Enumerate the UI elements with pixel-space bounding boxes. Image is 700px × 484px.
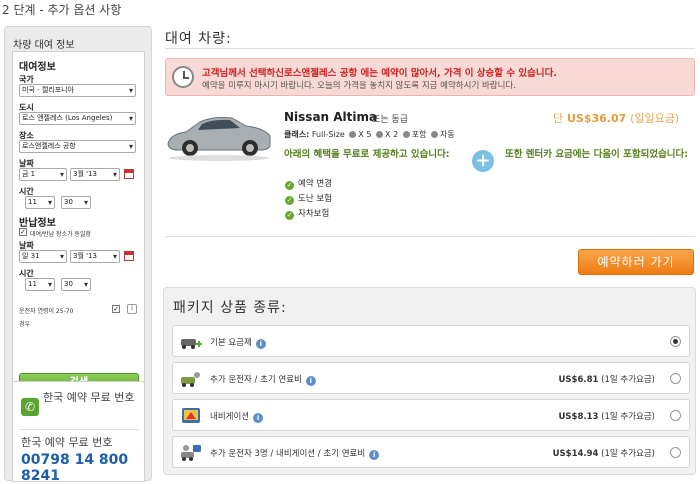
location-select[interactable]: 로스앤젤레스 공항 — [19, 140, 136, 153]
bag-icon — [376, 131, 384, 138]
daily-price: 단 US$36.07 (일일요금) — [553, 110, 679, 126]
package-row-driver-fuel[interactable]: 추가 운전자 / 초기 연료비 i US$6.81 (1일 추가요금) — [172, 362, 690, 394]
package-name: 기본 요금제 i — [210, 336, 266, 349]
rental-form: 대여정보 국가 미국 - 캘리포니아 도시 로스 앤젤레스 (Los Angel… — [12, 51, 145, 397]
rental-sidebar: 차량 대여 정보 대여정보 국가 미국 - 캘리포니아 도시 로스 앤젤레스 (… — [4, 26, 152, 484]
benefit-item: ✓ 예약 변경 — [285, 179, 332, 190]
class-label: 클래스: — [284, 130, 310, 139]
included-ac: 포함 — [411, 130, 427, 139]
step-title: 2 단계 - 추가 옵션 사항 — [2, 3, 122, 17]
check-icon: ✓ — [285, 211, 294, 220]
package-radio[interactable] — [670, 336, 681, 347]
pickup-hour-select[interactable]: 11 — [25, 196, 55, 209]
driver-fuel-icon — [181, 372, 200, 387]
full-package-icon — [181, 445, 201, 461]
gear-icon — [431, 131, 438, 138]
packages-panel: 패키지 상품 종류: 기본 요금제 i 추가 운전자 / 초기 연료비 i US$6… — [163, 287, 696, 475]
phone-box: ✆ 한국 예약 무료 번호 한국 예약 무료 번호 00798 14 800 8… — [12, 381, 145, 484]
package-row-full[interactable]: 추가 운전자 3명 / 내비게이션 / 초기 연료비 i US$14.94 (1일… — [172, 436, 690, 468]
return-calendar-icon[interactable] — [124, 251, 134, 261]
phone-title: 한국 예약 무료 번호 — [43, 391, 135, 404]
vehicle-heading: 대여 차량: — [165, 31, 232, 47]
bags: X 2 — [385, 130, 399, 139]
return-month-select[interactable]: 3월 '13 — [70, 250, 120, 263]
package-radio[interactable] — [670, 373, 681, 384]
demand-alert: 고객님께서 선택하신로스앤젤레스 공항 에는 예약이 많아서, 가격 이 상승할… — [165, 58, 695, 96]
info-icon[interactable]: i — [127, 304, 137, 314]
pickup-calendar-icon[interactable] — [124, 169, 134, 179]
return-hour-select[interactable]: 11 — [25, 278, 55, 291]
phone-title-2: 한국 예약 무료 번호 — [21, 436, 113, 449]
benefit-item: ✓ 도난 보험 — [285, 194, 332, 205]
driver-age-label: 운전자 연령이 25-70 — [19, 308, 74, 315]
transmission: 자동 — [440, 130, 455, 139]
driver-age-checkbox[interactable]: ✓ — [112, 305, 120, 313]
check-icon: ✓ — [285, 181, 294, 190]
package-price: US$14.94 (1일 추가요금) — [552, 449, 655, 459]
gps-icon — [182, 408, 200, 423]
clock-icon — [172, 66, 194, 88]
package-row-navigation[interactable]: 내비게이션 i US$8.13 (1일 추가요금) — [172, 399, 690, 431]
price-suffix: (일일요금) — [630, 112, 680, 125]
snowflake-icon — [402, 131, 410, 138]
alert-line-2: 예약을 미루지 마시기 바랍니다. 오늘의 가격을 놓치지 않도록 지금 예약하… — [202, 81, 516, 91]
return-day-select[interactable]: 일 31 — [19, 250, 67, 263]
phone-number: 00798 14 800 8241 — [21, 452, 129, 484]
help-icon[interactable]: i — [369, 450, 380, 460]
car-similar: 또는 동급 — [372, 115, 408, 125]
package-name: 내비게이션 i — [210, 410, 264, 423]
package-radio[interactable] — [670, 447, 681, 458]
country-select[interactable]: 미국 - 캘리포니아 — [19, 84, 136, 97]
book-button[interactable]: 예약하러 가기 — [578, 249, 694, 275]
package-name: 추가 운전자 / 초기 연료비 i — [210, 373, 316, 386]
plus-icon: + — [472, 150, 494, 172]
same-place-checkbox[interactable]: ✓ — [19, 228, 27, 236]
package-name: 추가 운전자 3명 / 내비게이션 / 초기 연료비 i — [210, 447, 380, 460]
return-section-title: 반납정보 — [19, 218, 56, 229]
alert-line-1: 고객님께서 선택하신로스앤젤레스 공항 에는 예약이 많아서, 가격 이 상승할… — [202, 68, 557, 79]
help-icon[interactable]: i — [255, 339, 266, 349]
benefit-item: ✓ 자차보험 — [285, 209, 330, 220]
return-minute-select[interactable]: 30 — [61, 278, 91, 291]
car-specs: 클래스: Full-Size X 5 X 2 포함 자동 — [284, 129, 455, 140]
package-price: US$8.13 (1일 추가요금) — [558, 412, 655, 422]
driver-age-label-2: 경우 — [19, 321, 31, 328]
pickup-month-select[interactable]: 3월 '13 — [70, 168, 120, 181]
class-value: Full-Size — [311, 130, 345, 139]
seats: X 5 — [358, 130, 372, 139]
check-icon: ✓ — [285, 196, 294, 205]
packages-heading: 패키지 상품 종류: — [173, 300, 287, 316]
same-place-label: 대여/반납 장소가 동일함 — [30, 231, 92, 238]
price-value: US$36.07 — [566, 112, 627, 125]
pickup-minute-select[interactable]: 30 — [61, 196, 91, 209]
car-plus-icon — [181, 339, 202, 349]
car-image — [167, 117, 271, 161]
package-radio[interactable] — [670, 410, 681, 421]
sidebar-header: 차량 대여 정보 — [13, 40, 75, 51]
package-row-basic[interactable]: 기본 요금제 i — [172, 325, 690, 357]
divider — [165, 48, 695, 49]
divider — [19, 429, 139, 430]
free-benefits-heading: 아래의 혜택을 무료로 제공하고 있습니다: — [284, 149, 450, 160]
price-prefix: 단 — [553, 112, 564, 125]
city-select[interactable]: 로스 앤젤레스 (Los Angeles) — [19, 112, 136, 125]
car-name: Nissan Altima — [284, 110, 378, 124]
phone-icon: ✆ — [21, 398, 39, 416]
rental-section-title: 대여정보 — [19, 62, 56, 73]
person-icon — [349, 131, 357, 138]
help-icon[interactable]: i — [305, 376, 316, 386]
pickup-day-select[interactable]: 금 1 — [19, 168, 67, 181]
help-icon[interactable]: i — [253, 413, 264, 423]
divider — [165, 236, 695, 237]
included-heading: 또한 렌터카 요금에는 다음이 포함되었습니다: — [505, 149, 689, 160]
package-price: US$6.81 (1일 추가요금) — [558, 375, 655, 385]
